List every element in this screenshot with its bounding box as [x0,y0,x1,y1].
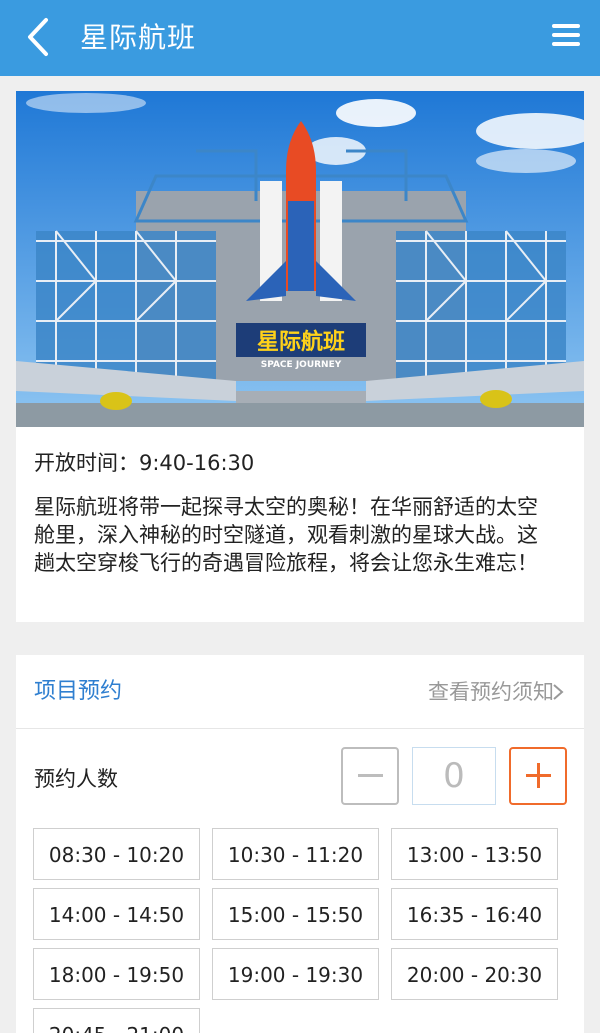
people-count-input[interactable]: 0 [412,747,496,805]
reservation-header: 项目预约 查看预约须知 [16,655,584,729]
attraction-description: 星际航班将带一起探寻太空的奥秘！在华丽舒适的太空舱里，深入神秘的时空隧道，观看刺… [34,495,538,575]
reservation-title: 项目预约 [34,679,123,704]
top-bar: 星际航班 [0,0,600,76]
attraction-card: 星际航班 SPACE JOURNEY 开放时间：9:40-16:30 星际航班将… [16,91,584,622]
page-title: 星际航班 [80,21,197,54]
reservation-notice-link[interactable]: 查看预约须知 [428,655,554,729]
chevron-right-icon[interactable] [550,683,566,701]
menu-icon[interactable] [552,24,580,48]
time-slot[interactable]: 15:00 - 15:50 [212,888,379,940]
opening-hours: 开放时间：9:40-16:30 [34,451,255,475]
reservation-card: 项目预约 查看预约须知 预约人数 0 08:30 - 10:20 10:30 -… [16,655,584,1033]
time-slot[interactable]: 14:00 - 14:50 [33,888,200,940]
time-slot[interactable]: 08:30 - 10:20 [33,828,200,880]
time-slot[interactable]: 10:30 - 11:20 [212,828,379,880]
increase-button[interactable] [509,747,567,805]
back-arrow-icon[interactable] [18,14,64,60]
time-slot[interactable]: 20:45 - 21:00 [33,1008,200,1033]
image-sign-subtext: SPACE JOURNEY [261,360,342,370]
time-slot[interactable]: 13:00 - 13:50 [391,828,558,880]
time-slot[interactable]: 20:00 - 20:30 [391,948,558,1000]
time-slot[interactable]: 19:00 - 19:30 [212,948,379,1000]
people-count-label: 预约人数 [34,767,118,791]
attraction-photo: 星际航班 SPACE JOURNEY [16,91,584,427]
time-slot[interactable]: 18:00 - 19:50 [33,948,200,1000]
decrease-button[interactable] [341,747,399,805]
image-sign-text: 星际航班 [257,329,345,355]
time-slot[interactable]: 16:35 - 16:40 [391,888,558,940]
